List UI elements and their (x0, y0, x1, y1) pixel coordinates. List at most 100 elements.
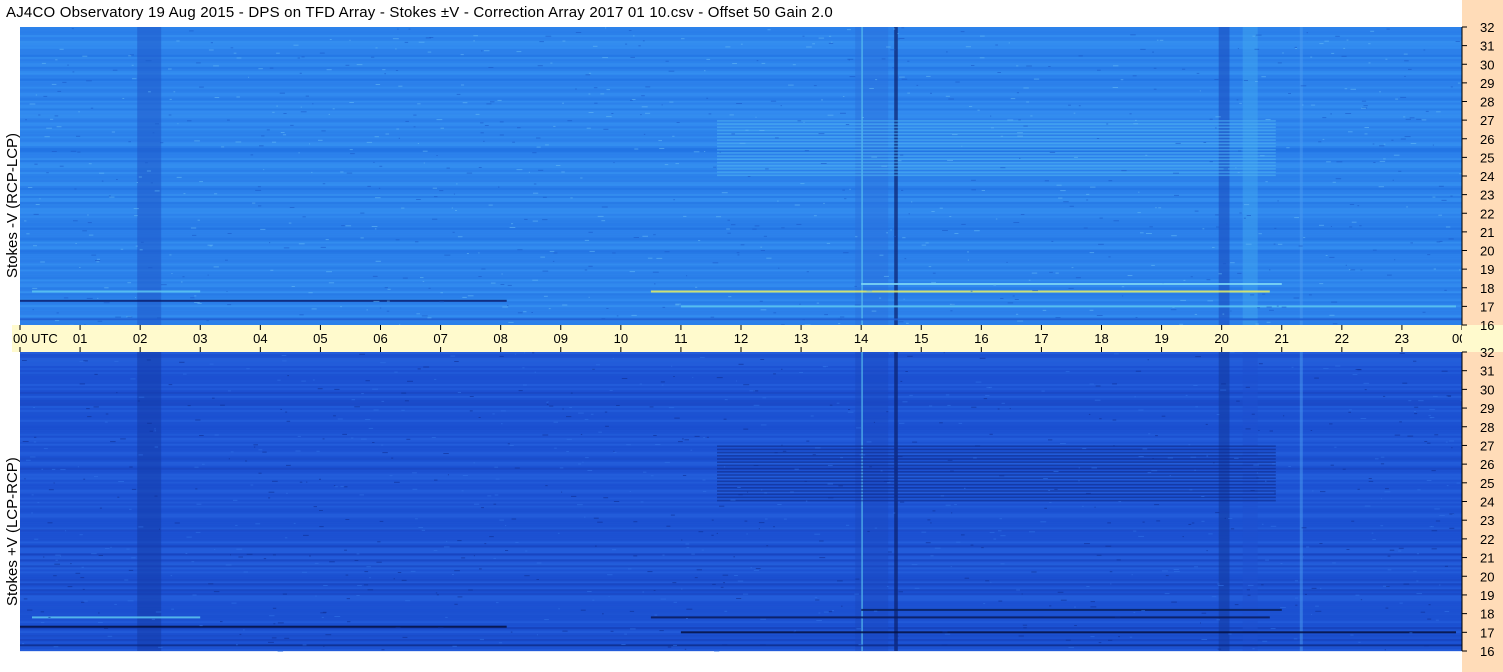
bottom-noise-speck (1135, 370, 1142, 372)
top-freq-tick-label-24: 24 (1480, 169, 1494, 184)
bottom-noise-speck (1265, 480, 1267, 482)
top-stripe-block (717, 136, 1276, 138)
top-noise-speck (1295, 48, 1298, 49)
bottom-noise-speck (214, 434, 219, 436)
bottom-noise-speck (703, 437, 705, 439)
top-noise-speck (517, 249, 523, 251)
bottom-noise-speck (322, 611, 327, 613)
bottom-noise-speck (737, 580, 744, 582)
top-noise-speck (967, 259, 969, 261)
bottom-noise-speck (127, 600, 134, 602)
bottom-noise-speck (1445, 441, 1448, 443)
top-freq-tick-label-18: 18 (1480, 281, 1494, 296)
bottom-freq-tick-label-20: 20 (1480, 569, 1494, 584)
top-noise-speck (849, 188, 851, 190)
time-tick-label-02: 02 (133, 331, 147, 346)
bottom-noise-speck (536, 562, 542, 564)
bottom-noise-speck (435, 592, 438, 594)
bottom-noise-speck (806, 440, 810, 442)
bottom-noise-speck (253, 444, 258, 446)
bottom-noise-speck (228, 458, 230, 460)
bottom-noise-speck (138, 454, 143, 456)
top-noise-speck (1000, 298, 1004, 299)
top-noise-speck (900, 154, 904, 156)
bottom-noise-speck (1228, 517, 1233, 519)
top-freq-tick-label-21: 21 (1480, 225, 1494, 240)
bottom-noise-speck (1031, 571, 1037, 573)
top-noise-speck (542, 270, 549, 272)
top-noise-speck (1243, 217, 1246, 219)
top-noise-speck (488, 67, 494, 68)
top-noise-speck (770, 100, 777, 102)
top-noise-speck (1151, 264, 1155, 266)
top-noise-speck (647, 257, 653, 259)
bottom-noise-speck (1039, 616, 1044, 618)
top-noise-speck (842, 189, 845, 191)
bottom-noise-speck (1334, 446, 1337, 448)
time-tick-label-18: 18 (1094, 331, 1108, 346)
bottom-noise-speck (671, 365, 673, 367)
bottom-stripe-block (717, 487, 1276, 489)
bottom-noise-speck (438, 627, 444, 629)
top-noise-speck (308, 292, 313, 294)
top-noise-speck (928, 266, 932, 268)
bottom-noise-speck (1094, 399, 1101, 401)
top-noise-speck (77, 151, 81, 153)
bottom-noise-speck (1009, 408, 1011, 410)
bottom-noise-speck (381, 400, 385, 402)
bottom-noise-speck (929, 405, 933, 407)
top-noise-speck (1330, 113, 1332, 115)
bottom-noise-speck (774, 452, 778, 454)
top-noise-speck (630, 56, 635, 58)
top-noise-speck (429, 37, 434, 38)
top-noise-speck (379, 307, 382, 309)
bottom-noise-speck (1398, 550, 1402, 552)
bottom-noise-speck (67, 586, 73, 588)
bottom-noise-speck (505, 525, 507, 527)
bottom-noise-speck (1261, 584, 1264, 586)
top-noise-speck (1096, 138, 1100, 139)
top-noise-speck (1028, 279, 1031, 281)
top-noise-speck (1083, 227, 1088, 229)
bottom-noise-speck (1041, 390, 1045, 392)
top-noise-speck (712, 262, 719, 264)
top-noise-speck (1288, 93, 1291, 94)
bottom-noise-speck (1246, 589, 1250, 591)
bottom-noise-speck (783, 518, 787, 520)
top-noise-speck (90, 107, 94, 109)
bottom-noise-speck (494, 494, 499, 496)
top-stripe-block (717, 164, 1276, 167)
top-noise-speck (418, 41, 425, 43)
top-noise-speck (606, 89, 610, 91)
top-noise-speck (484, 125, 489, 126)
bottom-noise-speck (457, 540, 462, 542)
bottom-noise-speck (532, 352, 535, 354)
bottom-noise-speck (1118, 636, 1120, 638)
top-noise-speck (478, 167, 482, 168)
bottom-noise-speck (1262, 640, 1268, 642)
top-noise-speck (1135, 317, 1138, 318)
bottom-noise-speck (481, 507, 484, 509)
top-noise-speck (861, 117, 864, 118)
top-noise-speck (41, 62, 46, 64)
bottom-noise-speck (837, 580, 843, 582)
top-noise-speck (1073, 112, 1076, 114)
top-noise-speck (135, 245, 138, 247)
bottom-noise-speck (643, 471, 647, 473)
bottom-noise-speck (1142, 521, 1145, 523)
top-noise-speck (1012, 295, 1015, 297)
bottom-noise-speck (246, 553, 253, 555)
bottom-noise-speck (87, 416, 92, 418)
top-noise-speck (911, 201, 913, 203)
bottom-noise-speck (402, 636, 408, 638)
top-noise-speck (533, 183, 537, 185)
bottom-noise-speck (360, 438, 367, 440)
bottom-noise-speck (194, 466, 199, 468)
top-noise-speck (739, 142, 746, 144)
top-noise-speck (603, 128, 609, 130)
top-noise-speck (1368, 43, 1371, 45)
top-noise-speck (799, 303, 801, 305)
top-noise-speck (727, 219, 730, 221)
bottom-noise-speck (1431, 470, 1436, 472)
top-noise-speck (523, 311, 527, 313)
